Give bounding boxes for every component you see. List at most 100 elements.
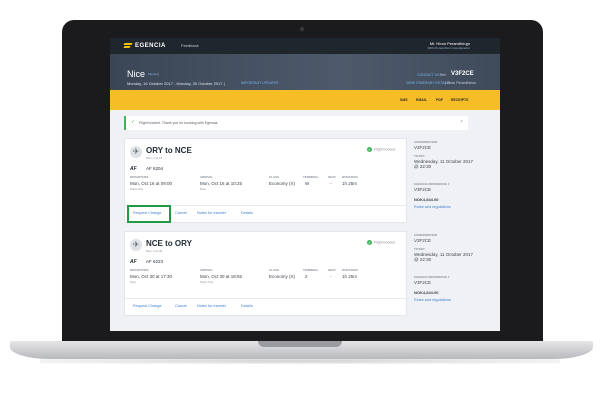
flight-number: AF 6204 bbox=[146, 166, 164, 171]
request-change-link[interactable]: Request Change bbox=[133, 304, 162, 308]
terminal-value: W bbox=[305, 181, 310, 186]
class-value: Economy (X) bbox=[269, 181, 296, 186]
details-link[interactable]: Details bbox=[241, 211, 253, 215]
receipts-button[interactable]: RECEIPTS bbox=[451, 98, 469, 102]
contact-us-link[interactable]: CONTACT US bbox=[417, 73, 439, 77]
egencia-reference-value: V3F2CE bbox=[414, 280, 432, 285]
traveler-name: | Hiran Peramthirum bbox=[445, 81, 477, 85]
class-label: CLASS bbox=[269, 268, 280, 272]
terminal-value: 2 bbox=[305, 274, 308, 279]
confirmation-label: CONFIRMATION bbox=[414, 233, 438, 237]
status-text: Flight booked bbox=[374, 240, 396, 245]
details-link[interactable]: Details bbox=[241, 304, 253, 308]
flight-route: NCE to ORY bbox=[146, 239, 192, 248]
airline-logo: AF bbox=[130, 259, 137, 265]
pdf-button[interactable]: PDF bbox=[436, 98, 443, 102]
seat-value: - bbox=[330, 181, 332, 186]
check-icon: ✓ bbox=[131, 119, 136, 125]
notes-for-traveler-link[interactable]: Notes for traveler bbox=[197, 304, 226, 308]
screen: EGENCIA Feedback Mr. Hiran Peramthirum M… bbox=[110, 38, 500, 331]
important-updates-link[interactable]: IMPORTANT UPDATES bbox=[241, 81, 278, 85]
flight-date: Mon, Oct 30 bbox=[146, 249, 163, 253]
booking-summary: CONFIRMATION V3F2CE TICKET Wednesday, 11… bbox=[414, 233, 494, 313]
chevron-down-icon[interactable]: ⌄ bbox=[465, 42, 469, 48]
flight-status: ✓ Flight booked bbox=[367, 147, 395, 152]
user-menu[interactable]: Mr. Hiran Peramthirum MNN Peramthirum He… bbox=[428, 41, 470, 50]
top-nav: EGENCIA Feedback Mr. Hiran Peramthirum M… bbox=[110, 38, 500, 54]
booking-summary: CONFIRMATION V3F2CE TICKET Wednesday, 11… bbox=[414, 140, 494, 220]
ticket-value: Wednesday, 11 October 2017 @ 22:30 bbox=[414, 159, 474, 169]
seat-label: SEAT bbox=[328, 268, 336, 272]
price-value: NOK4,844.00 bbox=[414, 197, 439, 202]
trip-dates: Monday, 16 October 2017 - Monday, 30 Oct… bbox=[127, 81, 225, 86]
price-value: NOK4,844.00 bbox=[414, 290, 439, 295]
arrival-time: Mon, Oct 30 at 18:55 bbox=[200, 274, 243, 279]
duration-label: DURATION bbox=[342, 268, 358, 272]
rules-link[interactable]: Rules and regulations bbox=[414, 205, 451, 209]
egencia-reference-value: V3F2CE bbox=[414, 187, 432, 192]
flight-card: ✈ ORY to NCE Mon, Oct 16 ✓ Flight booked … bbox=[124, 138, 407, 223]
duration-value: 1h 25m bbox=[342, 274, 358, 279]
departure-time: Mon, Oct 30 at 17:30 bbox=[130, 274, 173, 279]
check-icon: ✓ bbox=[367, 240, 372, 245]
seat-label: SEAT bbox=[328, 175, 336, 179]
status-text: Flight booked bbox=[374, 147, 396, 152]
arrival-airport: Nice bbox=[200, 187, 207, 191]
ticket-label: TICKET bbox=[414, 247, 425, 251]
flight-card: ✈ NCE to ORY Mon, Oct 30 ✓ Flight booked … bbox=[124, 231, 407, 316]
flight-date: Mon, Oct 16 bbox=[146, 156, 163, 160]
flight-route: ORY to NCE bbox=[146, 146, 192, 155]
egencia-logo-icon bbox=[124, 42, 132, 49]
terminal-label: TERMINAL bbox=[303, 268, 319, 272]
view-itinerary-link[interactable]: VIEW ITINERARY DETAILS bbox=[406, 81, 450, 85]
arrival-airport: Paris Orly bbox=[200, 280, 214, 284]
ticket-label: TICKET bbox=[414, 154, 425, 158]
departure-airport: Nice bbox=[130, 280, 137, 284]
arrival-time: Mon, Oct 16 at 10:25 bbox=[200, 181, 243, 186]
arrival-label: ARRIVAL bbox=[200, 268, 214, 272]
request-change-link[interactable]: Request Change bbox=[133, 211, 162, 215]
confirmation-label: CONFIRMATION bbox=[414, 140, 438, 144]
class-label: CLASS bbox=[269, 175, 280, 179]
trip-ref-label: Ref: bbox=[440, 73, 447, 77]
confirmation-value: V3F2CE bbox=[414, 145, 432, 150]
laptop-notch bbox=[258, 341, 342, 347]
arrival-label: ARRIVAL bbox=[200, 175, 214, 179]
logo[interactable]: EGENCIA bbox=[124, 42, 166, 49]
rules-link[interactable]: Rules and regulations bbox=[414, 298, 451, 302]
user-company: MNN Peramthirum Headquarter bbox=[427, 46, 470, 50]
card-divider bbox=[125, 298, 406, 299]
booking-alert: ✓ Flight booked. Thank you for booking w… bbox=[124, 116, 468, 130]
class-value: Economy (X) bbox=[269, 274, 296, 279]
egencia-reference-label: EGENCIA REFERENCE # bbox=[414, 182, 450, 186]
trip-title: Nice bbox=[127, 69, 146, 79]
feedback-link[interactable]: Feedback bbox=[181, 43, 199, 48]
trip-badge: Meeting bbox=[148, 72, 159, 76]
departure-airport: Paris Orly bbox=[130, 187, 144, 191]
confirmation-value: V3F2CE bbox=[414, 238, 432, 243]
duration-value: 1h 25m bbox=[342, 181, 358, 186]
plane-icon: ✈ bbox=[130, 146, 142, 158]
close-icon[interactable]: × bbox=[460, 119, 463, 125]
cancel-link[interactable]: Cancel bbox=[175, 211, 187, 215]
notes-for-traveler-link[interactable]: Notes for traveler bbox=[197, 211, 226, 215]
departure-label: DEPARTURE bbox=[130, 268, 149, 272]
duration-label: DURATION bbox=[342, 175, 358, 179]
ticket-value: Wednesday, 11 October 2017 @ 22:30 bbox=[414, 252, 474, 262]
cancel-link[interactable]: Cancel bbox=[175, 304, 187, 308]
check-icon: ✓ bbox=[367, 147, 372, 152]
logo-text: EGENCIA bbox=[135, 42, 166, 49]
email-button[interactable]: EMAIL bbox=[416, 98, 427, 102]
departure-time: Mon, Oct 16 at 09:00 bbox=[130, 181, 173, 186]
trip-header: Nice Meeting Monday, 16 October 2017 - M… bbox=[110, 54, 500, 90]
egencia-reference-label: EGENCIA REFERENCE # bbox=[414, 275, 450, 279]
sms-button[interactable]: SMS bbox=[400, 98, 408, 102]
airline-logo: AF bbox=[130, 166, 137, 172]
seat-value: - bbox=[330, 274, 332, 279]
alert-text: Flight booked. Thank you for booking wit… bbox=[139, 121, 219, 125]
flight-number: AF 6223 bbox=[146, 259, 164, 264]
laptop-frame: EGENCIA Feedback Mr. Hiran Peramthirum M… bbox=[0, 0, 600, 400]
trip-ref-code: V3F2CE bbox=[451, 71, 474, 77]
departure-label: DEPARTURE bbox=[130, 175, 149, 179]
camera-icon bbox=[300, 27, 304, 31]
